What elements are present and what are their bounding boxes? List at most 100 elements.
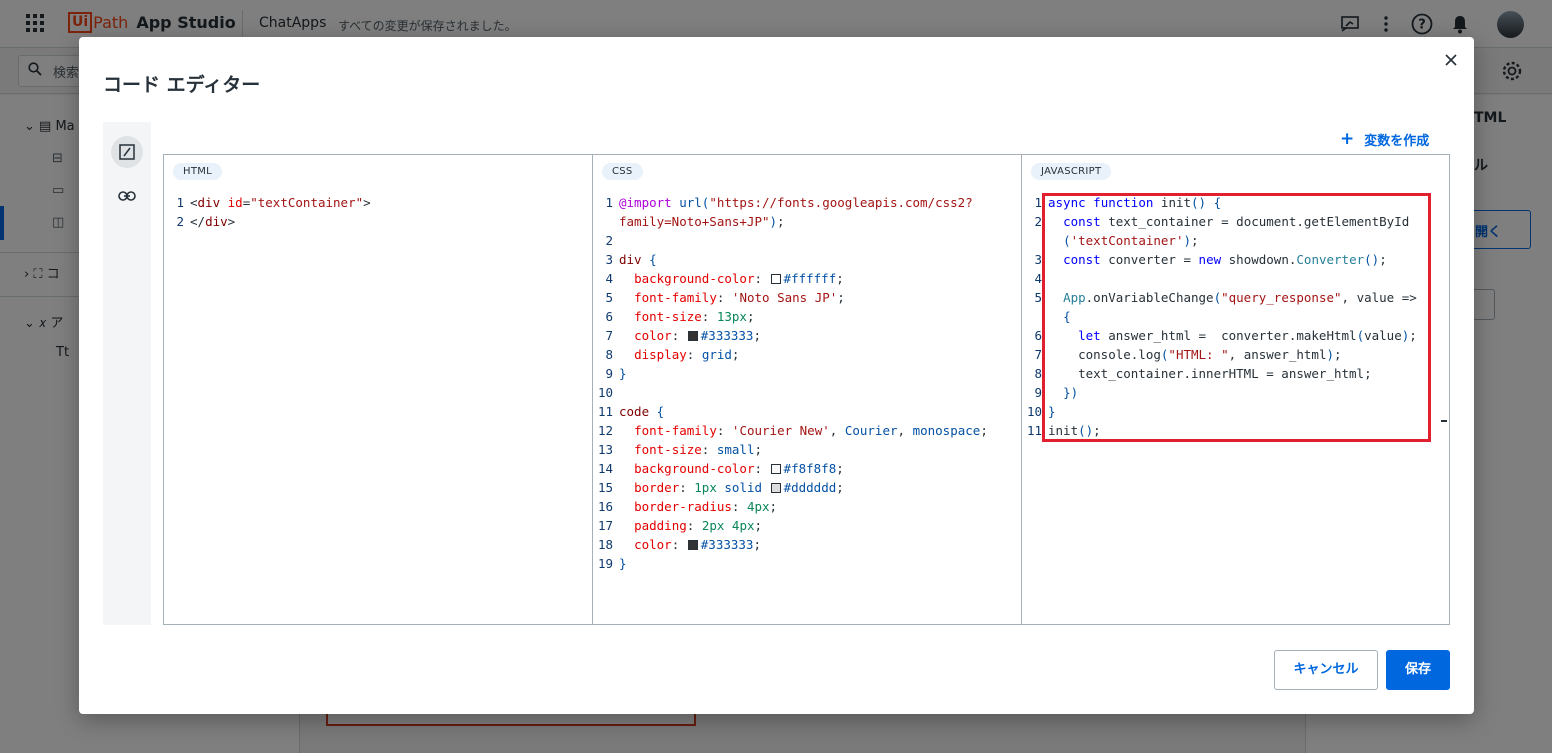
code-token: ; xyxy=(754,442,763,457)
code-token: init xyxy=(1048,423,1079,438)
code-line[interactable]: 9 }) xyxy=(1022,383,1449,402)
code-line[interactable]: 4 background-color: #ffffff; xyxy=(593,269,1021,288)
code-token: family=Noto+Sans+JP" xyxy=(619,214,770,229)
code-token: () xyxy=(1078,423,1094,438)
code-line[interactable]: 3 const converter = new showdown.Convert… xyxy=(1022,250,1449,269)
code-token: 4px xyxy=(746,499,770,514)
code-line[interactable]: 5 font-family: 'Noto Sans JP'; xyxy=(593,288,1021,307)
code-text: text_container.innerHTML = answer_html; xyxy=(1048,364,1372,383)
code-text: display: grid; xyxy=(619,345,739,364)
code-line[interactable]: 15 border: 1px solid #dddddd; xyxy=(593,478,1021,497)
code-icon[interactable] xyxy=(111,136,143,168)
code-line[interactable]: 11 code { xyxy=(593,402,1021,421)
code-token: 'Courier New' xyxy=(731,423,830,438)
html-code[interactable]: 1 <div id="textContainer"> 2 </div> xyxy=(164,193,592,231)
code-token: console.log xyxy=(1048,347,1161,362)
code-line[interactable]: 7 color: #333333; xyxy=(593,326,1021,345)
code-token: code xyxy=(619,404,650,419)
line-number xyxy=(1022,307,1048,326)
javascript-editor-pane[interactable]: JAVASCRIPT 1 async function init() {2 con… xyxy=(1021,155,1449,624)
code-token: , xyxy=(829,423,845,438)
code-line[interactable]: ('textContainer'); xyxy=(1022,231,1449,250)
code-line[interactable]: 8 display: grid; xyxy=(593,345,1021,364)
line-number: 1 xyxy=(176,195,184,210)
code-token: () xyxy=(1364,252,1380,267)
color-swatch[interactable] xyxy=(770,464,781,474)
code-line[interactable]: 12 font-family: 'Courier New', Courier, … xyxy=(593,421,1021,440)
code-token: ; xyxy=(754,518,763,533)
html-editor-pane[interactable]: HTML 1 <div id="textContainer"> 2 </div> xyxy=(164,155,592,624)
code-line[interactable]: 1 async function init() { xyxy=(1022,193,1449,212)
color-swatch[interactable] xyxy=(687,331,698,341)
code-token: } xyxy=(619,556,627,571)
code-line[interactable]: 3 div { xyxy=(593,250,1021,269)
line-number: 3 xyxy=(605,252,613,267)
javascript-code[interactable]: 1 async function init() {2 const text_con… xyxy=(1022,193,1449,440)
code-token: text_container = document.getElementById xyxy=(1100,214,1410,229)
code-line[interactable]: 18 color: #333333; xyxy=(593,535,1021,554)
code-line[interactable]: 6 font-size: 13px; xyxy=(593,307,1021,326)
code-line[interactable]: 13 font-size: small; xyxy=(593,440,1021,459)
color-swatch[interactable] xyxy=(770,274,781,284)
code-text: font-family: 'Courier New', Courier, mon… xyxy=(619,421,988,440)
code-line[interactable]: 2 xyxy=(593,231,1021,250)
code-text: font-size: 13px; xyxy=(619,307,754,326)
line-number: 14 xyxy=(597,461,613,476)
code-line[interactable]: 7 console.log("HTML: ", answer_html); xyxy=(1022,345,1449,364)
code-token: 1px xyxy=(694,480,717,495)
code-token: : xyxy=(754,271,770,286)
code-line[interactable]: 1 @import url("https://fonts.googleapis.c… xyxy=(593,193,1021,212)
code-line[interactable]: 16 border-radius: 4px; xyxy=(593,497,1021,516)
code-line[interactable]: 5 App.onVariableChange("query_response",… xyxy=(1022,288,1449,307)
color-swatch[interactable] xyxy=(770,483,781,493)
code-token: showdown. xyxy=(1221,252,1297,267)
css-code[interactable]: 1 @import url("https://fonts.googleapis.c… xyxy=(593,193,1021,573)
code-line[interactable]: { xyxy=(1022,307,1449,326)
code-token: 2px xyxy=(701,518,725,533)
code-line[interactable]: 1 <div id="textContainer"> xyxy=(164,193,592,212)
code-line[interactable]: 10 xyxy=(593,383,1021,402)
code-line[interactable]: 6 let answer_html = converter.makeHtml(v… xyxy=(1022,326,1449,345)
color-swatch[interactable] xyxy=(687,540,698,550)
code-line[interactable]: 8 text_container.innerHTML = answer_html… xyxy=(1022,364,1449,383)
line-number: 17 xyxy=(597,518,613,533)
create-variable-label: 変数を作成 xyxy=(1364,133,1430,149)
code-token: font-family xyxy=(634,290,717,305)
code-token: : xyxy=(716,290,732,305)
code-token: : xyxy=(671,328,687,343)
code-token: } xyxy=(1048,404,1056,419)
code-token: { xyxy=(649,252,657,267)
code-text: padding: 2px 4px; xyxy=(619,516,762,535)
css-editor-pane[interactable]: CSS 1 @import url("https://fonts.googleap… xyxy=(592,155,1021,624)
code-token: } xyxy=(619,366,627,381)
cancel-button[interactable]: キャンセル xyxy=(1274,650,1378,690)
code-line[interactable]: 10} xyxy=(1022,402,1449,421)
line-number: 2 xyxy=(1034,214,1042,229)
code-line[interactable]: 2 const text_container = document.getEle… xyxy=(1022,212,1449,231)
save-button[interactable]: 保存 xyxy=(1386,650,1450,690)
code-text: border-radius: 4px; xyxy=(619,497,777,516)
line-number: 2 xyxy=(176,214,184,229)
code-line[interactable]: 19} xyxy=(593,554,1021,573)
link-icon[interactable] xyxy=(111,180,143,212)
code-token: ) xyxy=(769,214,778,229)
javascript-pane-label: JAVASCRIPT xyxy=(1031,163,1112,180)
close-icon[interactable] xyxy=(1441,51,1461,71)
code-line[interactable]: 2 </div> xyxy=(164,212,592,231)
code-line[interactable]: family=Noto+Sans+JP"); xyxy=(593,212,1021,231)
code-line[interactable]: 4 xyxy=(1022,269,1449,288)
code-line[interactable]: 17 padding: 2px 4px; xyxy=(593,516,1021,535)
code-line[interactable]: 11 init(); xyxy=(1022,421,1449,440)
create-variable-button[interactable]: + 変数を作成 xyxy=(1340,129,1429,149)
code-line[interactable]: 9} xyxy=(593,364,1021,383)
code-text: } xyxy=(619,554,627,573)
code-token: color xyxy=(634,537,672,552)
code-token: let xyxy=(1078,328,1101,343)
code-line[interactable]: 14 background-color: #f8f8f8; xyxy=(593,459,1021,478)
line-number: 1 xyxy=(1034,195,1042,210)
code-token: ) xyxy=(1326,347,1335,362)
